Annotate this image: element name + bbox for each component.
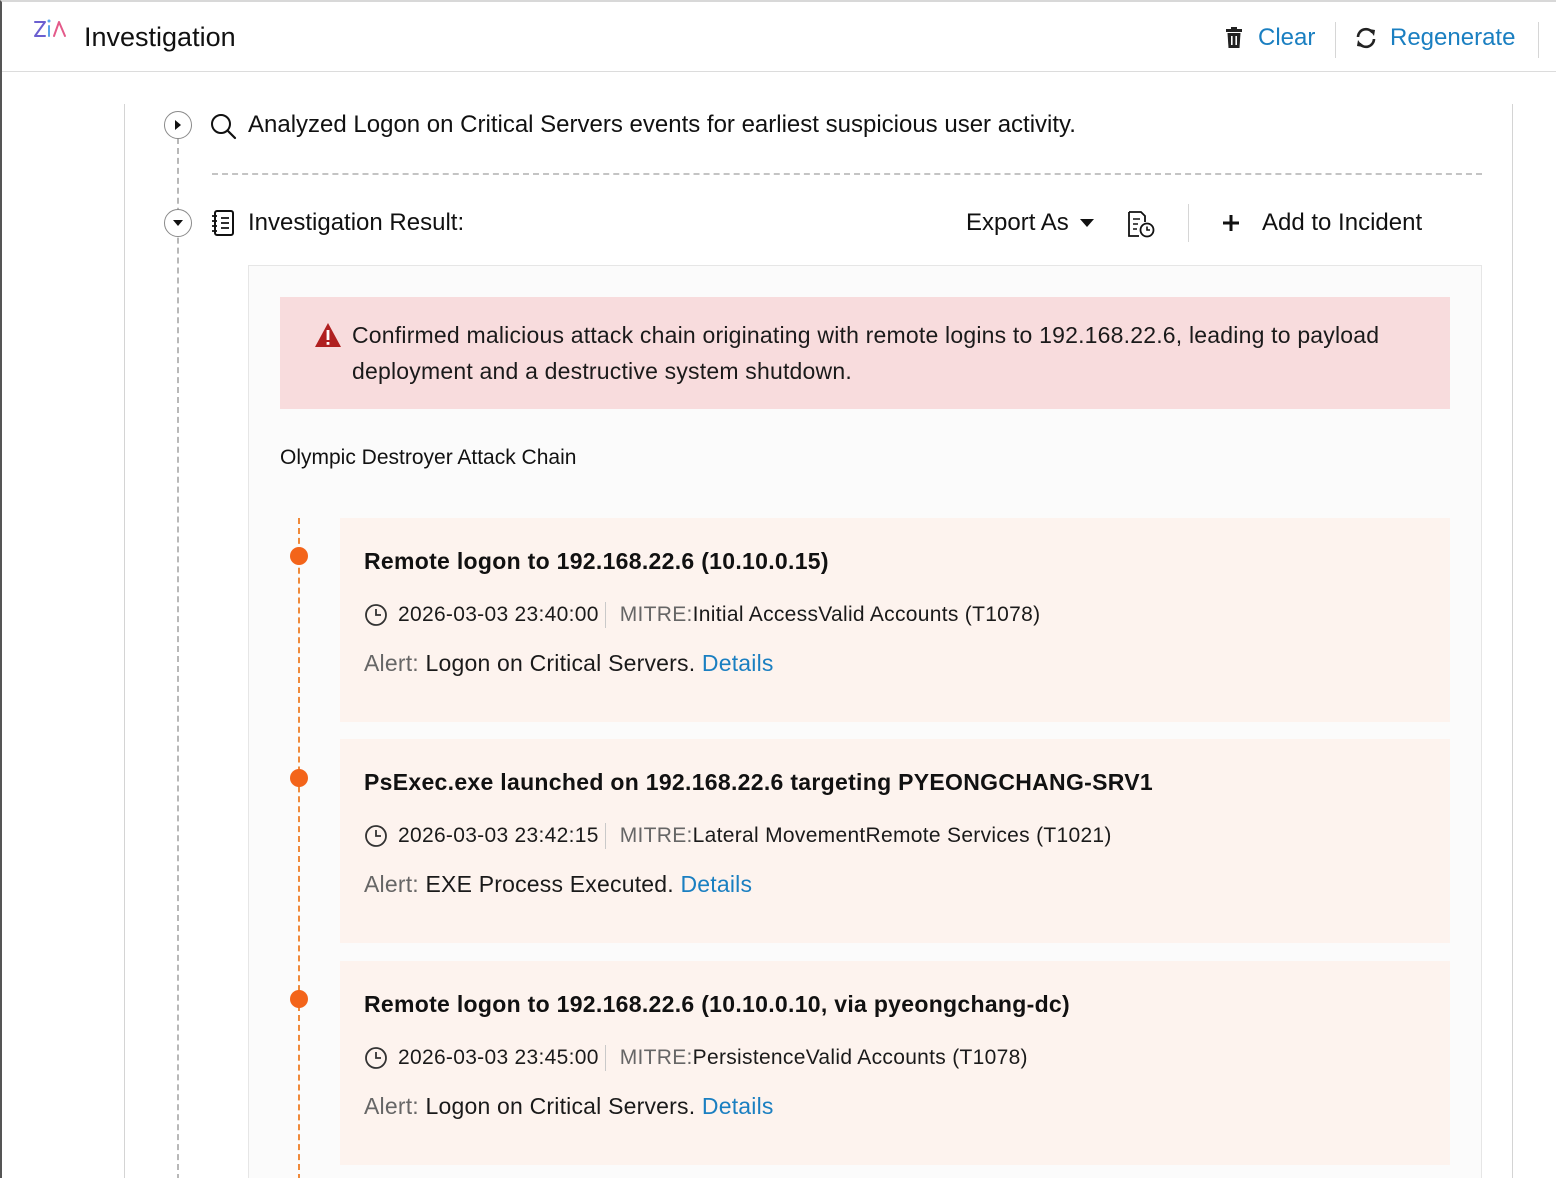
- regenerate-label: Regenerate: [1390, 24, 1516, 51]
- event-time: 2026-03-03 23:42:15: [398, 824, 599, 847]
- event-meta: 2026-03-03 23:45:00 MITRE: PersistenceVa…: [364, 1045, 1028, 1071]
- timeline-event-card: Remote logon to 192.168.22.6 (10.10.0.10…: [340, 961, 1450, 1165]
- header-bar: Investigation Clear Regenerate: [2, 2, 1556, 72]
- details-link[interactable]: Details: [702, 1093, 774, 1119]
- details-link[interactable]: Details: [680, 871, 752, 897]
- page-title: Investigation: [84, 22, 236, 52]
- header-divider: [1335, 22, 1336, 58]
- plus-icon: [1223, 215, 1239, 231]
- clock-icon: [365, 1047, 387, 1069]
- event-time: 2026-03-03 23:45:00: [398, 1046, 599, 1069]
- event-alert: Alert: Logon on Critical Servers. Detail…: [364, 650, 774, 677]
- details-link[interactable]: Details: [702, 650, 774, 676]
- event-alert: Alert: EXE Process Executed. Details: [364, 871, 752, 898]
- event-meta: 2026-03-03 23:40:00 MITRE: Initial Acces…: [364, 602, 1040, 628]
- caret-down-icon: [173, 220, 183, 226]
- meta-divider: [604, 602, 606, 628]
- event-title: Remote logon to 192.168.22.6 (10.10.0.15…: [364, 548, 829, 574]
- step-description: Analyzed Logon on Critical Servers event…: [248, 111, 1076, 138]
- attack-chain-title: Olympic Destroyer Attack Chain: [280, 446, 577, 469]
- add-to-incident-button[interactable]: Add to Incident: [1222, 209, 1422, 237]
- event-title: PsExec.exe launched on 192.168.22.6 targ…: [364, 769, 1153, 795]
- step-connector: [177, 138, 179, 1178]
- result-title: Investigation Result:: [248, 209, 465, 236]
- expand-step-toggle[interactable]: [164, 111, 192, 139]
- clock-icon: [365, 825, 387, 847]
- alert-label: Alert:: [364, 1093, 419, 1119]
- timeline-dot: [290, 547, 308, 565]
- event-meta: 2026-03-03 23:42:15 MITRE: Lateral Movem…: [364, 823, 1112, 849]
- event-time: 2026-03-03 23:40:00: [398, 603, 599, 626]
- collapse-result-toggle[interactable]: [164, 209, 192, 237]
- mitre-label: MITRE:: [619, 824, 693, 847]
- scheduled-report-icon[interactable]: [1126, 210, 1156, 238]
- mitre-value: PersistenceValid Accounts (T1078): [692, 1046, 1028, 1069]
- clear-button[interactable]: Clear: [1222, 24, 1315, 52]
- clock-icon: [365, 604, 387, 626]
- mitre-value: Lateral MovementRemote Services (T1021): [692, 824, 1112, 847]
- meta-divider: [604, 823, 606, 849]
- meta-divider: [604, 1045, 606, 1071]
- caret-down-icon: [1079, 219, 1094, 227]
- timeline-event-card: Remote logon to 192.168.22.6 (10.10.0.15…: [340, 518, 1450, 722]
- caret-right-icon: [175, 120, 181, 130]
- timeline-dot: [290, 769, 308, 787]
- alert-value: EXE Process Executed.: [425, 871, 674, 897]
- alert-value: Logon on Critical Servers.: [425, 1093, 696, 1119]
- investigation-app: Investigation Clear Regenerate Analyzed …: [0, 0, 1556, 1178]
- search-icon: [211, 114, 237, 140]
- timeline-event-card: PsExec.exe launched on 192.168.22.6 targ…: [340, 739, 1450, 943]
- mitre-value: Initial AccessValid Accounts (T1078): [692, 603, 1041, 626]
- mitre-label: MITRE:: [619, 1046, 693, 1069]
- notebook-icon: [212, 210, 234, 236]
- mitre-label: MITRE:: [619, 603, 693, 626]
- thread-border: [124, 104, 125, 1178]
- regenerate-button[interactable]: Regenerate: [1354, 24, 1515, 52]
- alert-label: Alert:: [364, 650, 419, 676]
- add-to-incident-label: Add to Incident: [1262, 209, 1423, 236]
- alert-label: Alert:: [364, 871, 419, 897]
- trash-icon: [1222, 26, 1246, 50]
- toolbar-divider: [1188, 204, 1189, 242]
- alert-value: Logon on Critical Servers.: [425, 650, 696, 676]
- warning-icon: [315, 323, 341, 347]
- timeline-connector: [298, 518, 300, 1178]
- summary-alert-text: Confirmed malicious attack chain origina…: [352, 322, 1380, 384]
- event-title: Remote logon to 192.168.22.6 (10.10.0.10…: [364, 991, 1070, 1017]
- export-as-dropdown[interactable]: Export As: [966, 209, 1095, 237]
- step-divider: [212, 173, 1482, 175]
- zia-logo-icon: [34, 19, 66, 37]
- clear-label: Clear: [1258, 24, 1316, 51]
- export-label: Export As: [966, 209, 1069, 236]
- thread-border: [1512, 104, 1513, 1178]
- timeline-dot: [290, 990, 308, 1008]
- header-divider: [1538, 22, 1539, 58]
- refresh-icon: [1354, 26, 1378, 50]
- event-alert: Alert: Logon on Critical Servers. Detail…: [364, 1093, 774, 1120]
